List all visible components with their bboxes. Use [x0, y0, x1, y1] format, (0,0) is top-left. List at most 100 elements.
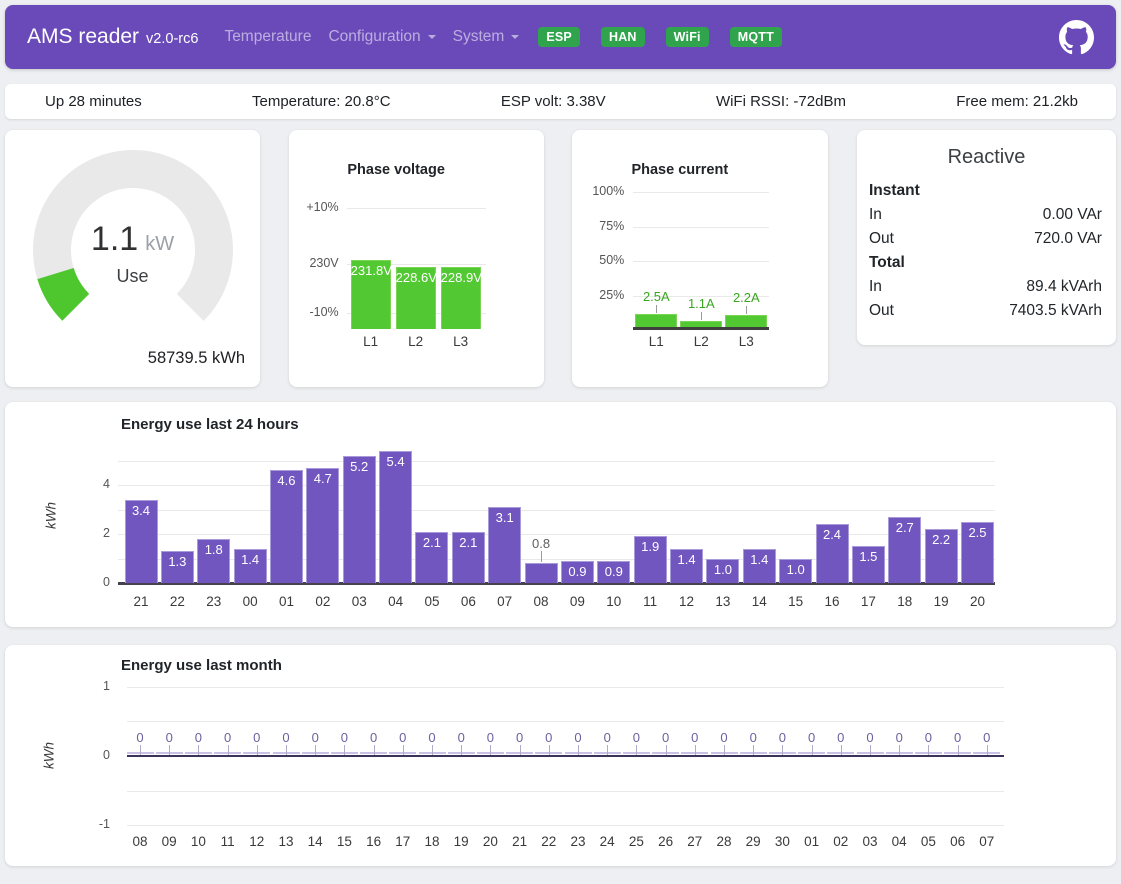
bar-leader-line — [782, 745, 783, 755]
x-tick-label: 19 — [923, 594, 959, 609]
x-tick-label: 16 — [814, 594, 850, 609]
bar-leader-line — [169, 745, 170, 755]
x-tick-label: L1 — [638, 334, 674, 349]
bar-value-label: 0 — [420, 730, 444, 745]
nav-item-temperature[interactable]: Temperature — [224, 28, 311, 46]
bar-value-label: 0 — [186, 730, 210, 745]
x-tick-label: 03 — [341, 594, 377, 609]
bar-value-label: 0 — [362, 730, 386, 745]
bar-leader-line — [140, 745, 141, 755]
bar-leader-line — [695, 745, 696, 755]
nav-item-system[interactable]: System — [453, 28, 520, 46]
reactive-row-instant-out: Out 720.0 VAr — [857, 227, 1116, 251]
bar-value-label: 2.2A — [724, 290, 768, 305]
bar-leader-line — [374, 745, 375, 755]
chart-title: Energy use last 24 hours — [121, 416, 299, 433]
x-tick-label: 01 — [268, 594, 304, 609]
row-value: 7403.5 kVArh — [1009, 299, 1102, 323]
x-tick-label: 05 — [414, 594, 450, 609]
reactive-row-total-in: In 89.4 kVArh — [857, 275, 1116, 299]
gridline — [127, 721, 1004, 722]
current-bar-L1 — [635, 314, 677, 327]
row-label: Out — [869, 227, 894, 251]
bar-value-label: 1.8 — [196, 542, 232, 557]
section-header-label: Total — [869, 251, 905, 275]
bar-value-label: 2.1 — [450, 535, 486, 550]
bar-leader-line — [746, 306, 747, 314]
navbar: AMS reader v2.0-rc6 Temperature Configur… — [5, 5, 1116, 69]
y-tick-label: 25% — [572, 288, 624, 302]
x-tick-label: 17 — [850, 594, 886, 609]
x-tick-label: 06 — [450, 594, 486, 609]
row-value: 89.4 kVArh — [1026, 275, 1102, 299]
bar-value-label: 0 — [274, 730, 298, 745]
y-tick-label: +10% — [289, 200, 339, 214]
app-brand[interactable]: AMS reader v2.0-rc6 — [27, 25, 198, 49]
bar-value-label: 1.5 — [850, 549, 886, 564]
current-bar-L3 — [725, 315, 767, 327]
bar-value-label: 0 — [624, 730, 648, 745]
x-axis-line — [633, 327, 769, 330]
y-tick-label: 75% — [572, 219, 624, 233]
gridline — [118, 534, 995, 535]
free-mem-text: Free mem: 21.2kb — [956, 93, 1078, 110]
bar-leader-line — [701, 312, 702, 320]
gridline — [118, 510, 995, 511]
uptime-text: Up 28 minutes — [45, 93, 142, 110]
chevron-down-icon — [428, 35, 436, 39]
bar-value-label: 1.4 — [741, 552, 777, 567]
gridline — [127, 791, 1004, 792]
bar-value-label: 0 — [887, 730, 911, 745]
status-badge-wifi: WiFi — [666, 27, 709, 47]
total-energy-counter: 58739.5 kWh — [148, 349, 245, 368]
bar-value-label: 0 — [654, 730, 678, 745]
x-tick-label: L1 — [353, 334, 389, 349]
nav-item-label: System — [453, 28, 505, 46]
github-link[interactable] — [1059, 20, 1094, 55]
bar-value-label: 0 — [303, 730, 327, 745]
bar-leader-line — [841, 745, 842, 755]
bar-value-label: 0 — [245, 730, 269, 745]
reactive-row-total-out: Out 7403.5 kVArh — [857, 299, 1116, 323]
x-tick-label: 02 — [305, 594, 341, 609]
bar-leader-line — [899, 745, 900, 755]
top-cards-row: 1.1kW Use 58739.5 kWh Phase voltage +10%… — [5, 130, 1116, 387]
phase-current-card: Phase current 100%75%50%25%2.5AL11.1AL22… — [572, 130, 828, 387]
bar-value-label: 0 — [712, 730, 736, 745]
x-axis-line — [127, 755, 1004, 758]
bar-value-label: 1.1A — [679, 296, 723, 311]
bar-value-label: 3.1 — [487, 510, 523, 525]
gauge-label: Use — [5, 266, 260, 287]
gridline — [127, 687, 1004, 688]
bar-leader-line — [344, 745, 345, 755]
bar-leader-line — [753, 745, 754, 755]
gridline — [127, 825, 1004, 826]
x-tick-label: 10 — [596, 594, 632, 609]
bar-value-label: 1.4 — [232, 552, 268, 567]
bar-leader-line — [928, 745, 929, 755]
x-tick-label: 22 — [159, 594, 195, 609]
bar-leader-line — [432, 745, 433, 755]
y-tick-label: 0 — [5, 575, 110, 589]
bar-value-label: 0 — [332, 730, 356, 745]
bar-value-label: 0.9 — [559, 564, 595, 579]
y-tick-label: 50% — [572, 253, 624, 267]
bar-leader-line — [666, 745, 667, 755]
bar-value-label: 0 — [946, 730, 970, 745]
bar-value-label: 4.7 — [305, 471, 341, 486]
bar-leader-line — [461, 745, 462, 755]
gridline — [633, 227, 769, 228]
bar-value-label: 0 — [537, 730, 561, 745]
x-tick-label: 09 — [559, 594, 595, 609]
bar-value-label: 0 — [478, 730, 502, 745]
reactive-section-header: Instant — [857, 179, 1116, 203]
reactive-title: Reactive — [857, 146, 1116, 169]
bar-value-label: 0 — [391, 730, 415, 745]
nav-item-configuration[interactable]: Configuration — [328, 28, 435, 46]
bar-value-label: 0 — [800, 730, 824, 745]
row-label: Out — [869, 299, 894, 323]
reactive-card: Reactive Instant In 0.00 VAr Out 720.0 V… — [857, 130, 1116, 345]
x-tick-label: L2 — [398, 334, 434, 349]
gridline — [633, 192, 769, 193]
x-tick-label: L3 — [443, 334, 479, 349]
